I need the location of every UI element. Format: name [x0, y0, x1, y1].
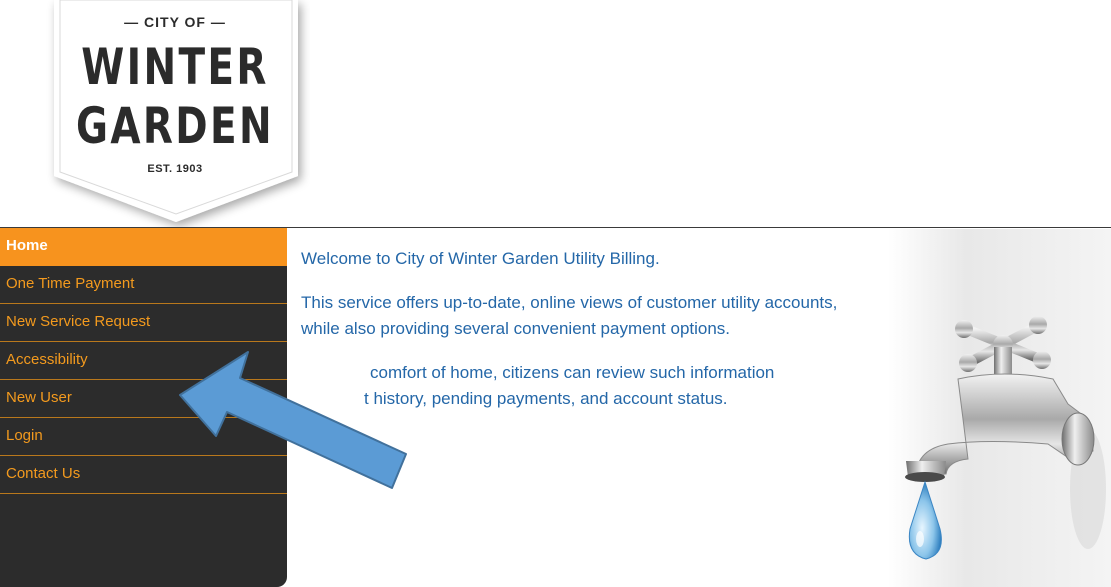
features-line-2: t history, pending payments, and account…	[364, 389, 728, 408]
faucet-image-panel	[888, 229, 1111, 587]
features-line-1: comfort of home, citizens can review suc…	[370, 363, 775, 382]
nav-item-home[interactable]: Home	[0, 228, 287, 266]
nav-item-one-time-payment[interactable]: One Time Payment	[0, 266, 287, 304]
nav-item-new-service-request[interactable]: New Service Request	[0, 304, 287, 342]
page: — CITY OF — WINTER GARDEN EST. 1903 Home…	[0, 0, 1111, 587]
logo-garden: GARDEN	[76, 97, 274, 155]
city-logo[interactable]: — CITY OF — WINTER GARDEN EST. 1903	[40, 0, 310, 228]
service-description: This service offers up-to-date, online v…	[301, 293, 838, 338]
logo-established: EST. 1903	[147, 163, 203, 175]
welcome-text: Welcome to City of Winter Garden Utility…	[301, 249, 660, 268]
logo-winter: WINTER	[81, 38, 269, 96]
logo-city-of: — CITY OF —	[124, 14, 226, 30]
annotation-arrow	[179, 351, 407, 489]
faucet-icon	[905, 316, 1106, 560]
